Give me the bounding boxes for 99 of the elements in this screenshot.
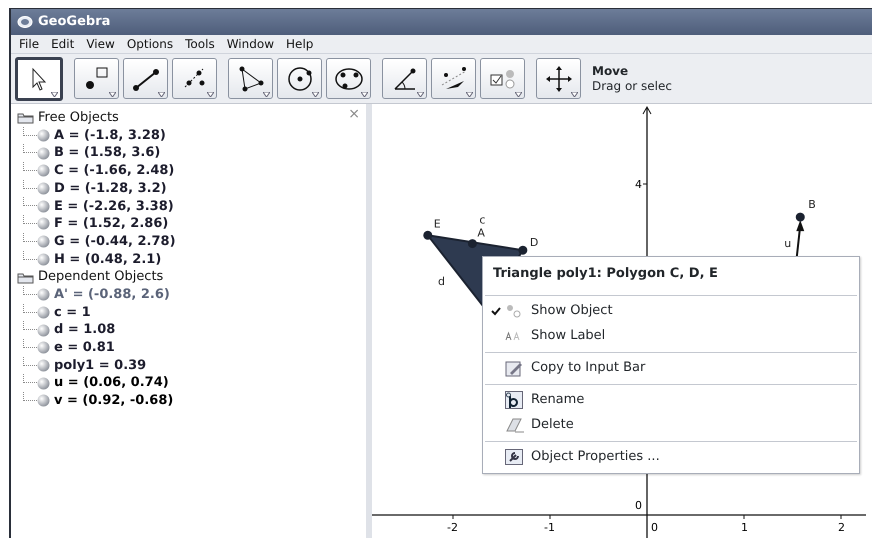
eraser-icon	[505, 417, 525, 433]
object-entry[interactable]: C = (-1.66, 2.48)	[54, 161, 174, 181]
object-label: D	[530, 236, 538, 250]
tick-label: 1	[741, 521, 748, 534]
dropdown-arrow-icon	[207, 92, 214, 97]
object-entry[interactable]: G = (-0.44, 2.78)	[54, 232, 176, 252]
sphere-icon[interactable]	[37, 324, 50, 337]
tool-button[interactable]	[172, 58, 217, 99]
tick-label: -2	[447, 521, 458, 534]
object-label: d	[438, 275, 445, 288]
dropdown-arrow-icon	[109, 92, 116, 97]
menu-item[interactable]: Options	[120, 35, 180, 53]
object-entry[interactable]: c = 1	[54, 302, 91, 322]
point[interactable]	[796, 212, 805, 222]
object-entry[interactable]: B = (1.58, 3.6)	[54, 143, 160, 163]
object-label: A	[477, 226, 485, 240]
point[interactable]	[468, 239, 477, 248]
object-label: c	[479, 214, 486, 227]
tool-button[interactable]	[480, 58, 525, 99]
object-entry[interactable]: E = (-2.26, 3.38)	[54, 196, 174, 216]
menu-item[interactable]: Tools	[179, 35, 221, 53]
menu-item[interactable]: Edit	[45, 35, 80, 53]
tool-button[interactable]	[536, 58, 581, 99]
properties-icon	[505, 448, 523, 466]
tick-label: 0	[635, 499, 642, 512]
menu-item[interactable]: Window	[220, 35, 280, 53]
sphere-icon[interactable]	[37, 394, 50, 408]
tool-help: Drag or selec	[592, 78, 672, 93]
tool-name: Move	[592, 64, 630, 78]
object-entry[interactable]: v = (0.92, -0.68)	[54, 391, 174, 411]
sphere-icon[interactable]	[37, 341, 50, 354]
object-label: B	[808, 198, 816, 212]
tick-label: 0	[651, 521, 658, 534]
menu-item[interactable]: Rename	[483, 388, 859, 412]
tool-button[interactable]	[74, 58, 119, 99]
tool-button[interactable]	[123, 58, 168, 99]
folder-icon	[17, 111, 34, 124]
tool-button[interactable]	[431, 58, 476, 99]
tool-button[interactable]	[15, 56, 63, 100]
object-entry[interactable]: A' = (-0.88, 2.6)	[54, 284, 170, 304]
object-entry[interactable]: e = 0.81	[54, 338, 115, 358]
letters-icon	[505, 331, 521, 341]
sphere-icon[interactable]	[37, 358, 50, 372]
dropdown-arrow-icon	[312, 92, 319, 97]
menu-item[interactable]: Object Properties ...	[483, 444, 859, 470]
points-icon	[505, 304, 521, 318]
object-entry[interactable]: u = (0.06, 0.74)	[54, 373, 169, 393]
object-entry[interactable]: H = (0.48, 2.1)	[54, 250, 162, 270]
tool-button[interactable]	[326, 58, 371, 99]
window-title: GeoGebra	[38, 13, 110, 32]
object-entry[interactable]: poly1 = 0.39	[54, 356, 146, 376]
point[interactable]	[518, 246, 528, 255]
sphere-icon[interactable]	[37, 288, 50, 302]
folder-label[interactable]: Free Objects	[38, 108, 119, 128]
menu-item[interactable]: Show Object	[483, 298, 859, 324]
notepad-pencil-icon	[505, 360, 523, 376]
object-label: u	[784, 237, 792, 250]
sphere-icon[interactable]	[37, 182, 50, 196]
tool-button[interactable]	[228, 58, 273, 99]
sphere-icon[interactable]	[37, 164, 50, 178]
dropdown-arrow-icon	[515, 92, 522, 97]
tick-label: -1	[544, 521, 555, 534]
sphere-icon[interactable]	[37, 376, 50, 390]
point[interactable]	[423, 230, 432, 240]
object-entry[interactable]: d = 1.08	[54, 320, 116, 340]
menu-item[interactable]: Help	[280, 35, 320, 53]
menu-item[interactable]: Show Label	[483, 324, 859, 348]
tick-label: 2	[838, 521, 845, 534]
folder-label[interactable]: Dependent Objects	[38, 267, 164, 287]
object-entry[interactable]: F = (1.52, 2.86)	[54, 214, 168, 234]
app-logo-icon	[17, 15, 33, 29]
sphere-icon[interactable]	[37, 306, 50, 319]
menu-item[interactable]: View	[80, 35, 121, 53]
dropdown-arrow-icon	[263, 92, 270, 97]
dropdown-arrow-icon	[158, 92, 165, 97]
object-entry[interactable]: D = (-1.28, 3.2)	[54, 178, 167, 198]
object-label: E	[434, 217, 441, 230]
dropdown-arrow-icon	[361, 92, 368, 97]
sphere-icon[interactable]	[37, 235, 50, 248]
menu-item[interactable]: File	[13, 35, 46, 53]
sphere-icon[interactable]	[37, 146, 50, 160]
tool-button[interactable]	[277, 58, 322, 99]
sphere-icon[interactable]	[37, 217, 50, 230]
sphere-icon[interactable]	[37, 252, 50, 266]
close-icon[interactable]: ×	[348, 104, 360, 125]
rename-icon	[505, 391, 523, 409]
dropdown-arrow-icon	[466, 92, 473, 97]
object-entry[interactable]: A = (-1.8, 3.28)	[54, 126, 166, 146]
folder-icon	[17, 270, 34, 284]
sphere-icon[interactable]	[37, 129, 50, 142]
tick-label: 4	[635, 178, 642, 191]
menu-item[interactable]: Copy to Input Bar	[483, 356, 859, 380]
dropdown-arrow-icon	[51, 92, 58, 96]
dropdown-arrow-icon	[571, 92, 578, 97]
dropdown-arrow-icon	[417, 92, 424, 97]
menu-item[interactable]: Delete	[483, 412, 859, 438]
tool-button[interactable]	[382, 58, 427, 99]
sphere-icon[interactable]	[37, 200, 50, 213]
menu-title: Triangle poly1: Polygon C, D, E	[492, 265, 719, 283]
